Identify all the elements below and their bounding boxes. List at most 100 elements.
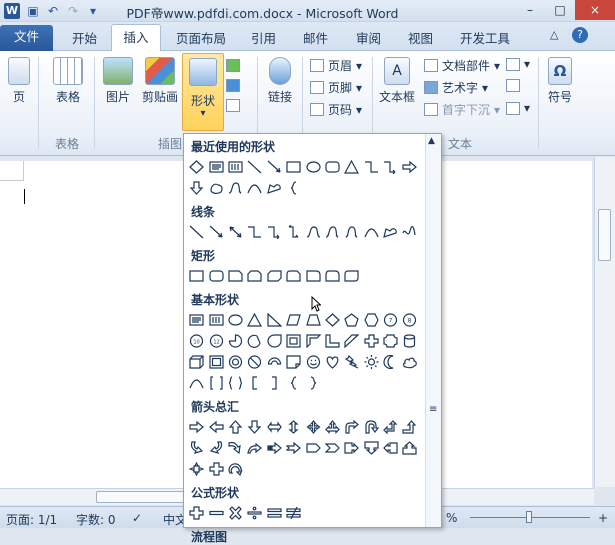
link-button[interactable]: 链接 (264, 57, 296, 105)
shape-bevel[interactable] (206, 352, 225, 371)
pages-button[interactable]: 页 (6, 57, 32, 105)
tab-view[interactable]: 视图 (408, 28, 433, 47)
shape-curve-arrow[interactable] (226, 178, 245, 197)
tab-references[interactable]: 引用 (251, 28, 276, 47)
shape-line[interactable] (245, 157, 264, 176)
shape-plus-arrow[interactable] (206, 459, 225, 478)
shape-right-callout[interactable] (342, 438, 361, 457)
shape-up-arrow[interactable] (226, 417, 245, 436)
shape-round-rect[interactable] (323, 157, 342, 176)
shape-up-callout[interactable] (400, 438, 419, 457)
zoom-in-icon[interactable]: + (598, 511, 608, 525)
scroll-up-icon[interactable]: ▲ (428, 136, 435, 146)
shape-curve-arrow[interactable] (323, 222, 342, 241)
shape-dodecagon[interactable]: 12 (206, 331, 225, 350)
shape-triangle[interactable] (245, 310, 264, 329)
shape-pentagon-arrow[interactable] (303, 438, 322, 457)
header-button[interactable]: 页眉 ▾ (310, 57, 362, 74)
shape-lightning[interactable] (342, 352, 361, 371)
shapes-button[interactable]: 形状 ▾ (182, 53, 224, 131)
shape-curve[interactable] (303, 222, 322, 241)
shape-u-turn[interactable] (362, 417, 381, 436)
shape-hexagon[interactable] (362, 310, 381, 329)
smartart-button[interactable] (226, 59, 240, 72)
shape-smiley[interactable] (303, 352, 322, 371)
shape-octagon[interactable]: 8 (400, 310, 419, 329)
shape-heptagon[interactable]: 7 (381, 310, 400, 329)
shape-rect[interactable] (284, 157, 303, 176)
shape-l-shape[interactable] (323, 331, 342, 350)
shape-block-arc[interactable] (265, 352, 284, 371)
datetime-button[interactable] (506, 79, 520, 92)
shape-scribble[interactable] (400, 222, 419, 241)
shape-arc[interactable] (187, 373, 206, 392)
shape-curve-double[interactable] (342, 222, 361, 241)
shape-parallelogram[interactable] (284, 310, 303, 329)
close-button[interactable]: × (575, 0, 615, 20)
shape-chevron[interactable] (323, 438, 342, 457)
shape-quad-arrow[interactable] (303, 417, 322, 436)
shape-elbow[interactable] (245, 222, 264, 241)
shape-brace-right[interactable] (303, 373, 322, 392)
proofing-icon[interactable]: ✓ (132, 511, 142, 525)
shape-down-arrow[interactable] (245, 417, 264, 436)
hscroll-thumb[interactable] (96, 491, 186, 503)
shape-pie[interactable] (226, 331, 245, 350)
zoom-thumb[interactable] (526, 511, 532, 523)
shape-arrow-line[interactable] (265, 157, 284, 176)
shape-right-triangle[interactable] (265, 310, 284, 329)
shape-round-rect[interactable] (206, 266, 225, 285)
shape-ellipse[interactable] (226, 310, 245, 329)
shape-donut[interactable] (226, 352, 245, 371)
tab-mailings[interactable]: 邮件 (303, 28, 328, 47)
shape-bracket-pair[interactable] (206, 373, 225, 392)
shape-left-arrow[interactable] (206, 417, 225, 436)
shape-half-frame[interactable] (303, 331, 322, 350)
shape-ellipse[interactable] (303, 157, 322, 176)
shape-bent-up[interactable] (400, 417, 419, 436)
shape-divide[interactable] (245, 503, 264, 522)
shape-rect-diamond[interactable] (187, 157, 206, 176)
shape-heart[interactable] (323, 352, 342, 371)
minimize-button[interactable]: – (515, 0, 545, 20)
gallery-scrollbar[interactable]: ▲ ≡ (425, 134, 441, 527)
shape-chord[interactable] (245, 331, 264, 350)
shape-curved-up[interactable] (226, 438, 245, 457)
footer-button[interactable]: 页脚 ▾ (310, 79, 362, 96)
tab-page-layout[interactable]: 页面布局 (176, 28, 226, 47)
help-icon[interactable]: ? (572, 27, 588, 43)
shape-lr-up-arrow[interactable] (323, 417, 342, 436)
shape-plus[interactable] (187, 503, 206, 522)
shape-elbow-double[interactable] (284, 222, 303, 241)
shape-brace-left[interactable] (284, 178, 303, 197)
shape-elbow-arrow[interactable] (381, 157, 400, 176)
shape-bent-arrow[interactable] (342, 417, 361, 436)
shape-bracket-left[interactable] (245, 373, 264, 392)
pagenum-button[interactable]: 页码 ▾ (310, 101, 362, 118)
shape-curved-left[interactable] (206, 438, 225, 457)
docparts-button[interactable]: 文档部件 ▾ (424, 57, 500, 74)
shape-left-up[interactable] (381, 417, 400, 436)
picture-button[interactable]: 图片 (100, 57, 136, 105)
shape-diamond[interactable] (323, 310, 342, 329)
shape-round2[interactable] (323, 266, 342, 285)
shape-frame[interactable] (284, 331, 303, 350)
shape-curved-down[interactable] (245, 438, 264, 457)
tab-home[interactable]: 开始 (72, 28, 97, 47)
shape-round1[interactable] (303, 266, 322, 285)
shape-circular-arrow[interactable] (226, 459, 245, 478)
shape-moon[interactable] (381, 352, 400, 371)
shape-down-callout[interactable] (362, 438, 381, 457)
shape-folded[interactable] (284, 352, 303, 371)
symbol-button[interactable]: Ω 符号 (544, 57, 576, 105)
shape-cube[interactable] (187, 352, 206, 371)
shape-snip2[interactable] (245, 266, 264, 285)
table-button[interactable]: 表格 (48, 57, 88, 105)
shape-snip1[interactable] (226, 266, 245, 285)
shape-not-equal[interactable] (284, 503, 303, 522)
shape-snip-diag[interactable] (265, 266, 284, 285)
shape-triangle[interactable] (342, 157, 361, 176)
shape-arrow-line[interactable] (206, 222, 225, 241)
minimize-ribbon-icon[interactable]: △ (550, 28, 558, 41)
vertical-scrollbar[interactable] (594, 157, 615, 487)
